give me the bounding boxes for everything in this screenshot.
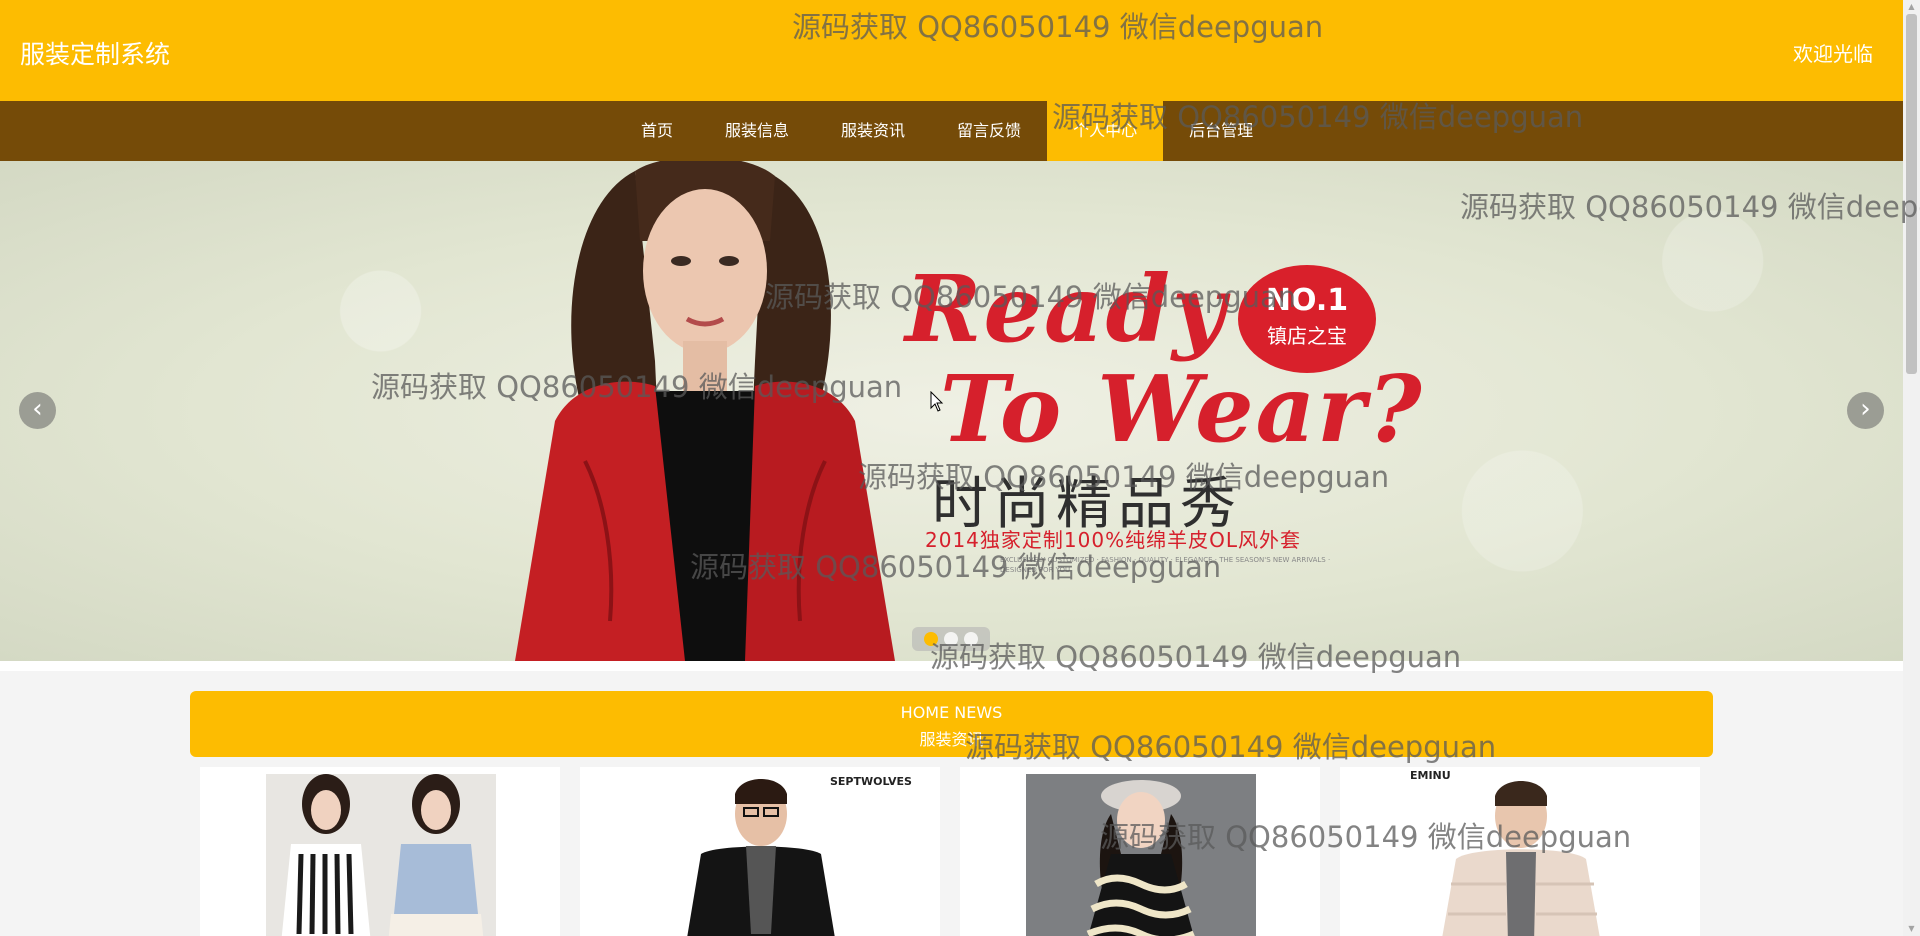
top-header: 服装定制系统 欢迎光临 — [0, 0, 1903, 101]
nav-item-clothing-news[interactable]: 服装资讯 — [815, 101, 931, 161]
nav-item-clothing-info[interactable]: 服装信息 — [699, 101, 815, 161]
divider — [0, 661, 1903, 671]
scroll-up-icon[interactable]: ▲ — [1903, 0, 1920, 14]
carousel-dot-2[interactable] — [944, 632, 958, 646]
news-card[interactable]: EMINU — [1340, 767, 1700, 936]
mouse-cursor-icon — [930, 391, 944, 412]
main-nav: 首页 服装信息 服装资讯 留言反馈 个人中心 后台管理 — [0, 101, 1903, 161]
banner-headline-line1: Ready — [905, 255, 1228, 363]
carousel-next-button[interactable]: › — [1847, 392, 1884, 429]
chevron-left-icon: ‹ — [32, 394, 43, 424]
news-section-header: HOME NEWS 服装资讯 — [190, 691, 1713, 757]
collection-subtitle: 2014独家定制100%纯绵羊皮OL风外套 — [925, 528, 1301, 552]
model-image — [515, 161, 895, 661]
chevron-right-icon: › — [1860, 394, 1871, 424]
banner-carousel[interactable]: Ready To Wear? NO.1 镇店之宝 时尚精品秀 2014独家定制1… — [0, 161, 1903, 661]
girls-dress-image — [1026, 774, 1256, 936]
news-card-list: SEPTWOLVES EMINU — [200, 767, 1703, 936]
page: 服装定制系统 欢迎光临 首页 服装信息 服装资讯 留言反馈 个人中心 后台管理 — [0, 0, 1920, 936]
news-title-cn: 服装资讯 — [919, 730, 984, 749]
no1-badge: NO.1 镇店之宝 — [1238, 265, 1376, 373]
nav-item-admin[interactable]: 后台管理 — [1163, 101, 1279, 161]
welcome-text: 欢迎光临 — [1793, 42, 1873, 66]
mens-coat-image — [646, 774, 876, 936]
carousel-dot-1[interactable] — [924, 632, 938, 646]
scrollbar-thumb[interactable] — [1906, 14, 1917, 374]
carousel-dot-3[interactable] — [964, 632, 978, 646]
mens-puffer-image — [1406, 774, 1636, 936]
banner-fine-print: EXCLUSIVELY CUSTOMIZED · FASHION · QUALI… — [1000, 556, 1331, 574]
brand-tag: SEPTWOLVES — [830, 775, 912, 788]
carousel-indicators — [912, 627, 990, 651]
scroll-down-icon[interactable]: ▼ — [1903, 922, 1920, 936]
badge-subtitle: 镇店之宝 — [1267, 324, 1347, 348]
news-card[interactable]: SEPTWOLVES — [580, 767, 940, 936]
brand-tag: EMINU — [1410, 769, 1451, 782]
striped-tops-image — [266, 774, 496, 936]
carousel-prev-button[interactable]: ‹ — [19, 392, 56, 429]
nav-item-home[interactable]: 首页 — [615, 101, 699, 161]
site-brand[interactable]: 服装定制系统 — [20, 35, 170, 71]
nav-item-feedback[interactable]: 留言反馈 — [931, 101, 1047, 161]
banner-headline-line2: To Wear? — [940, 355, 1424, 463]
news-card[interactable] — [200, 767, 560, 936]
news-card[interactable] — [960, 767, 1320, 936]
nav-item-personal-center[interactable]: 个人中心 — [1047, 101, 1164, 161]
news-title-en: HOME NEWS — [900, 703, 1003, 722]
nav-list: 首页 服装信息 服装资讯 留言反馈 个人中心 后台管理 — [615, 101, 1279, 161]
badge-title: NO.1 — [1265, 283, 1349, 318]
